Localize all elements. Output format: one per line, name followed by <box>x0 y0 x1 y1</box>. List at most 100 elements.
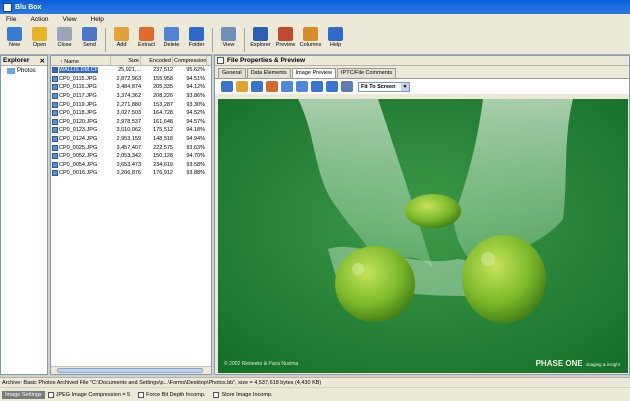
toolbar-label: New <box>8 42 20 48</box>
explorer-icon <box>253 27 268 41</box>
toolbar-label: Open <box>32 42 47 48</box>
columns-icon <box>303 27 318 41</box>
table-row[interactable]: CP0_0052.JPG 2,053,342 150,128 94.70% <box>51 152 211 161</box>
menu-action[interactable]: Action <box>30 16 48 23</box>
cell-compression: 93.88% <box>186 170 205 177</box>
cell-size: 2,953,159 <box>116 136 141 143</box>
rotate-icon[interactable] <box>266 81 278 92</box>
sort-arrow-icon: ↑ <box>60 58 63 65</box>
cell-compression: 93.63% <box>186 144 205 151</box>
toolbar-label: Folder <box>188 42 205 48</box>
fit-height-icon[interactable] <box>326 81 338 92</box>
image-file-icon <box>52 93 58 100</box>
jpeg-compression-setting[interactable]: JPEG Image Compression = 5 <box>47 391 130 398</box>
cell-encoded: 155,958 <box>153 75 173 82</box>
checkbox[interactable] <box>213 391 220 398</box>
tab-general[interactable]: General <box>218 68 246 78</box>
send-button[interactable]: Send <box>77 25 102 53</box>
image-file-icon <box>52 101 58 108</box>
cell-name: CP0_0120.JPG <box>51 118 111 125</box>
toolbar-separator <box>244 28 245 52</box>
folder-icon <box>189 27 204 41</box>
save-icon[interactable] <box>251 81 263 92</box>
cell-name: CP0_0118.JPG <box>51 110 111 117</box>
columns-button[interactable]: Columns <box>298 25 323 53</box>
table-row[interactable]: CP0_0054.JPG 3,653,473 234,619 93.58% <box>51 161 211 170</box>
print-icon[interactable] <box>341 81 353 92</box>
zoom-in-icon[interactable] <box>281 81 293 92</box>
menu-file[interactable]: File <box>6 16 16 23</box>
close-icon[interactable]: ✕ <box>40 57 45 65</box>
table-row[interactable]: CP0_0120.JPG 2,978,537 161,648 94.57% <box>51 118 211 127</box>
tab-iptc-comments[interactable]: IPTC/File Comments <box>337 68 397 78</box>
image-settings-label: Image Settings <box>2 390 45 399</box>
table-row[interactable]: CP0_0116.JPG 3,484,874 205,335 94.12% <box>51 83 211 92</box>
help-button[interactable]: Help <box>323 25 348 53</box>
table-row[interactable]: CP0_0016.JPG 3,206,876 176,912 93.88% <box>51 169 211 178</box>
image-file-icon <box>52 153 58 160</box>
scrollbar-thumb[interactable] <box>57 368 203 373</box>
table-row[interactable]: CP0_0115.JPG 2,872,963 155,958 94.51% <box>51 75 211 84</box>
image-file-icon <box>52 118 58 125</box>
table-row[interactable]: CP0_0119.JPG 2,271,880 153,287 93.30% <box>51 100 211 109</box>
tab-data-elements[interactable]: Data Elements <box>246 68 291 78</box>
delete-button[interactable]: Delete <box>159 25 184 53</box>
column-name[interactable]: ↑ Name <box>51 56 111 65</box>
table-row[interactable]: CP0_0117.JPG 3,374,362 208,226 93.86% <box>51 92 211 101</box>
view-button[interactable]: View <box>216 25 241 53</box>
zoom-out-icon[interactable] <box>296 81 308 92</box>
horizontal-scrollbar[interactable] <box>51 366 211 374</box>
tree-item-photos[interactable]: Photos <box>1 66 47 74</box>
explorer-pane: Explorer ✕ Photos <box>0 55 48 375</box>
open-button[interactable]: Open <box>27 25 52 53</box>
cell-encoded: 234,619 <box>153 161 173 168</box>
explorer-button[interactable]: Explorer <box>248 25 273 53</box>
cell-name: CP0_0124.JPG <box>51 136 111 143</box>
table-row[interactable]: CP0_0124.JPG 2,953,159 148,518 94.94% <box>51 135 211 144</box>
cell-encoded: 222,575 <box>153 144 173 151</box>
toolbar-label: Extract <box>137 42 156 48</box>
force-bit-depth-setting[interactable]: Force Bit Depth Incomp. <box>138 391 205 398</box>
cell-name: CP0_0016.JPG <box>51 170 111 177</box>
preview-button[interactable]: Preview <box>273 25 298 53</box>
cell-encoded: 164,728 <box>153 110 173 117</box>
cell-compression: 94.18% <box>186 127 205 134</box>
export-icon[interactable] <box>236 81 248 92</box>
cell-name: CP0_0054.JPG <box>51 161 111 168</box>
window-title: Blu Box <box>15 3 42 11</box>
close-button[interactable]: Close <box>52 25 77 53</box>
checkbox[interactable] <box>47 391 54 398</box>
column-size[interactable]: Size <box>111 56 141 65</box>
column-compression[interactable]: Compression <box>173 56 207 65</box>
table-row[interactable]: CP0_0123.JPG 3,010,062 175,512 94.18% <box>51 126 211 135</box>
new-button[interactable]: New <box>2 25 27 53</box>
fit-mode-select[interactable]: Fit To Screen ▼ <box>358 81 410 92</box>
image-toolbar: Fit To Screen ▼ <box>215 78 629 94</box>
cell-size: 3,484,874 <box>116 84 141 91</box>
cell-compression: 94.70% <box>186 153 205 160</box>
cell-name: CP0_0052.JPG <box>51 153 111 160</box>
image-file-icon <box>52 127 58 134</box>
image-settings-bar: Image Settings JPEG Image Compression = … <box>0 388 630 401</box>
checkbox[interactable] <box>138 391 145 398</box>
table-row[interactable]: CP0_0025.JPG 3,457,407 222,575 93.63% <box>51 143 211 152</box>
cell-encoded: 161,648 <box>153 118 173 125</box>
image-preview: © 2002 Riebeeks & Paca Nuxima PHASE ONE i… <box>218 99 628 373</box>
table-row[interactable]: WALLIS DM.CF 25,921,... 237,512 95.62% <box>51 66 211 75</box>
send-icon <box>82 27 97 41</box>
extract-button[interactable]: Extract <box>134 25 159 53</box>
copy-icon[interactable] <box>221 81 233 92</box>
help-icon <box>328 27 343 41</box>
store-image-setting[interactable]: Store Image Incomp. <box>213 391 273 398</box>
table-row[interactable]: CP0_0118.JPG 3,027,503 164,728 94.52% <box>51 109 211 118</box>
column-encoded[interactable]: Encoded <box>141 56 173 65</box>
cell-name: CP0_0117.JPG <box>51 93 111 100</box>
add-button[interactable]: Add <box>109 25 134 53</box>
menu-view[interactable]: View <box>63 16 77 23</box>
image-file-icon <box>52 84 58 91</box>
fit-width-icon[interactable] <box>311 81 323 92</box>
tab-image-preview[interactable]: Image Preview <box>291 68 337 78</box>
folder-button[interactable]: Folder <box>184 25 209 53</box>
menu-help[interactable]: Help <box>91 16 104 23</box>
cell-compression: 93.30% <box>186 101 205 108</box>
